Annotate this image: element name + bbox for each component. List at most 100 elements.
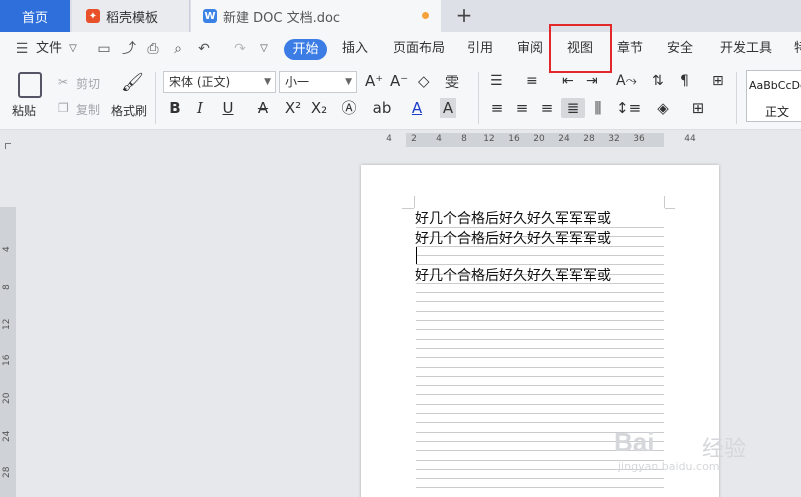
clear-format-icon[interactable]: ◇ <box>418 72 430 90</box>
font-size-value: 小一 <box>285 75 310 89</box>
format-painter-icon[interactable]: 🖌 <box>121 72 144 93</box>
redo-icon[interactable]: ↷ <box>232 41 248 57</box>
menu-references[interactable]: 引用 <box>467 32 493 66</box>
subscript-icon[interactable]: X₂ <box>310 98 328 118</box>
font-size-chevron-down-icon: ▼ <box>345 77 352 87</box>
align-center-icon[interactable]: ≡ <box>515 98 529 118</box>
grid-line <box>416 320 664 321</box>
ruler-tick: 16 <box>508 134 520 144</box>
copy-icon[interactable]: ❐ <box>58 101 69 115</box>
style-gallery-normal[interactable]: AaBbCcDd 正文 <box>746 70 801 122</box>
font-name-value: 宋体 (正文) <box>169 75 231 89</box>
text-cursor <box>416 247 417 264</box>
margin-corner-mark <box>414 196 415 208</box>
font-name-select[interactable]: 宋体 (正文) ▼ <box>163 71 276 93</box>
menu-file[interactable]: 文件 <box>36 32 62 66</box>
decrease-indent-icon[interactable]: ⇤ <box>562 73 574 89</box>
ruler-tick: 24 <box>2 430 12 442</box>
align-right-icon[interactable]: ≡ <box>540 98 554 118</box>
underline-icon[interactable]: U <box>216 98 240 118</box>
show-marks-icon[interactable]: ¶ <box>680 73 689 89</box>
char-shading-icon[interactable]: A <box>440 98 456 118</box>
tab-document[interactable]: W 新建 DOC 文档.doc <box>191 0 441 32</box>
print-preview-icon[interactable]: ⌕ <box>170 41 186 57</box>
grid-line <box>416 292 664 293</box>
menu-insert[interactable]: 插入 <box>342 32 368 66</box>
bullet-list-icon[interactable]: ☰ <box>490 73 503 89</box>
borders-icon[interactable]: ⊞ <box>686 98 710 118</box>
font-name-chevron-down-icon: ▼ <box>264 77 271 87</box>
cut-label[interactable]: 剪切 <box>76 75 100 92</box>
format-painter-label[interactable]: 格式刷 <box>111 102 147 119</box>
table-layout-icon[interactable]: ⊞ <box>712 73 724 89</box>
align-left-icon[interactable]: ≡ <box>490 98 504 118</box>
ruler-tick: 4 <box>386 134 392 144</box>
strikethrough-icon[interactable]: A <box>251 98 275 118</box>
file-chevron-down-icon[interactable]: ▽ <box>65 41 81 57</box>
tab-bar: 首页 ✦ 稻壳模板 W 新建 DOC 文档.doc + <box>0 0 801 32</box>
font-color-icon[interactable]: A <box>405 98 429 118</box>
margin-corner-mark <box>664 196 665 208</box>
document-paragraph[interactable]: 好几个合格后好久好久军军军或 <box>415 208 611 228</box>
menu-developer-tools[interactable]: 开发工具 <box>720 32 772 66</box>
ruler-tick: 12 <box>483 134 495 144</box>
hamburger-icon[interactable]: ☰ <box>14 41 30 57</box>
grid-line <box>416 367 664 368</box>
ruler-tick: 12 <box>2 318 12 330</box>
line-spacing-icon[interactable]: ↕≡ <box>616 98 641 118</box>
menu-security[interactable]: 安全 <box>667 32 693 66</box>
superscript-icon[interactable]: X² <box>284 98 302 118</box>
sort-icon[interactable]: ⇅ <box>652 73 664 89</box>
ruler-tick: 28 <box>583 134 595 144</box>
document-paragraph[interactable]: 好几个合格后好久好久军军军或 <box>415 228 611 248</box>
grid-line <box>416 301 664 302</box>
ribbon-divider <box>736 72 737 124</box>
export-icon[interactable]: ⤴ <box>121 41 137 57</box>
menu-special[interactable]: 特 <box>794 32 801 66</box>
highlight-icon[interactable]: ab <box>370 98 394 118</box>
tab-document-label: 新建 DOC 文档.doc <box>223 10 341 26</box>
italic-icon[interactable]: I <box>193 98 207 118</box>
text-effect-icon[interactable]: Ⓐ <box>338 98 360 118</box>
undo-icon[interactable]: ↶ <box>196 41 212 57</box>
menu-page-layout[interactable]: 页面布局 <box>393 32 445 66</box>
shading-icon[interactable]: ◈ <box>651 98 675 118</box>
copy-label[interactable]: 复制 <box>76 101 100 118</box>
cut-icon[interactable]: ✂ <box>58 75 68 89</box>
grow-font-icon[interactable]: A⁺ <box>365 72 383 90</box>
bold-icon[interactable]: B <box>168 98 182 118</box>
paste-icon[interactable] <box>18 72 42 98</box>
print-icon[interactable]: ⎙ <box>145 41 161 57</box>
phonetic-guide-icon[interactable]: 雯 <box>445 72 459 92</box>
quick-access-more-icon[interactable]: ▽ <box>256 41 272 57</box>
grid-line <box>416 348 664 349</box>
margin-corner-mark <box>402 208 414 209</box>
new-tab-button[interactable]: + <box>452 3 476 27</box>
distributed-icon[interactable]: ⫼ <box>591 98 605 118</box>
shrink-font-icon[interactable]: A⁻ <box>390 72 408 90</box>
save-icon[interactable]: ▭ <box>96 41 112 57</box>
paste-button-label[interactable]: 粘贴 <box>12 102 36 119</box>
ruler-tick: 20 <box>2 392 12 404</box>
menu-start[interactable]: 开始 <box>284 39 327 60</box>
grid-line <box>416 413 664 414</box>
justify-icon[interactable]: ≣ <box>561 98 585 118</box>
ruler-tick: 8 <box>2 284 12 290</box>
ribbon-toolbar: 粘贴 ✂ 剪切 ❐ 复制 🖌 格式刷 宋体 (正文) ▼ 小一 ▼ A⁺ A⁻ … <box>0 66 801 130</box>
document-paragraph[interactable]: 好几个合格后好久好久军军军或 <box>415 265 611 285</box>
margin-corner-mark <box>665 208 675 209</box>
watermark-url: jingyan.baidu.com <box>618 460 720 473</box>
tab-docer-templates[interactable]: ✦ 稻壳模板 <box>72 0 190 32</box>
ruler-tick: 36 <box>633 134 645 144</box>
menu-review[interactable]: 审阅 <box>517 32 543 66</box>
grid-line <box>416 329 664 330</box>
tab-home[interactable]: 首页 <box>0 0 70 32</box>
menu-chapter[interactable]: 章节 <box>617 32 643 66</box>
text-direction-icon[interactable]: A⤳ <box>616 73 637 89</box>
ruler-tick: 28 <box>2 466 12 478</box>
style-preview-text: AaBbCcDd <box>749 79 801 92</box>
increase-indent-icon[interactable]: ⇥ <box>586 73 598 89</box>
numbered-list-icon[interactable]: ≡ <box>526 73 538 89</box>
font-size-select[interactable]: 小一 ▼ <box>279 71 357 93</box>
ruler-tick: 8 <box>461 134 467 144</box>
